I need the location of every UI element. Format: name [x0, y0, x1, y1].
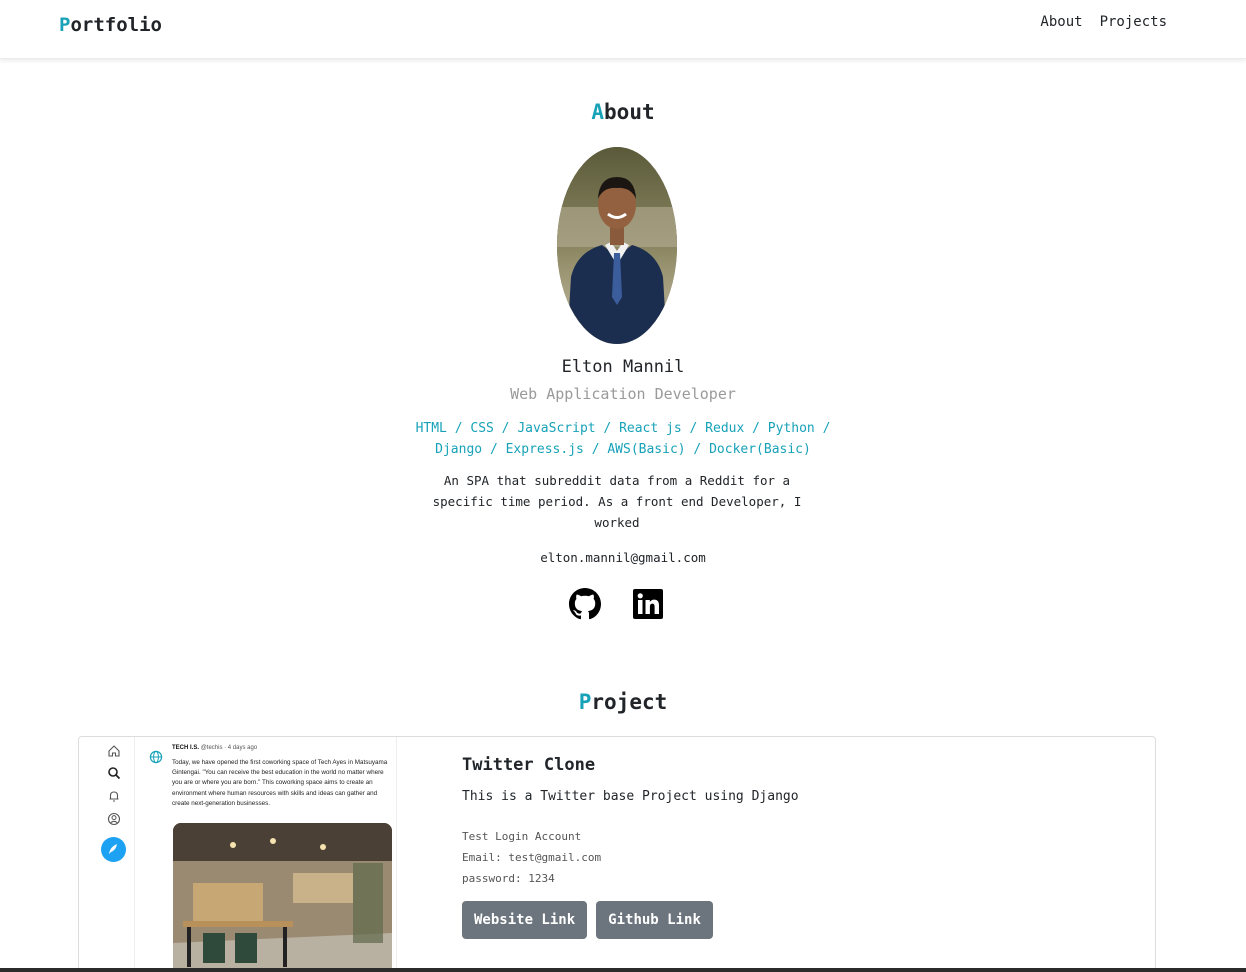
home-icon: [107, 743, 121, 757]
github-icon[interactable]: [569, 588, 601, 620]
nav-links: About Projects: [1040, 14, 1167, 30]
meta-email: Email: test@gmail.com: [462, 851, 602, 864]
profile-name: Elton Mannil: [561, 357, 685, 377]
nav-link-about[interactable]: About: [1040, 14, 1082, 30]
tweet-header: TECH I.S. @techis · 4 days ago: [172, 745, 257, 751]
window-bottom-edge: [0, 968, 1246, 972]
brand-initial: P: [59, 14, 71, 36]
project-heading-initial: P: [578, 690, 592, 714]
profile-role: Web Application Developer: [510, 385, 736, 403]
profile-email: elton.mannil@gmail.com: [540, 550, 706, 565]
profile-description: An SPA that subreddit data from a Reddit…: [432, 473, 802, 530]
project-title: Twitter Clone: [462, 755, 596, 775]
tweet-text: Today, we have opened the first coworkin…: [172, 759, 388, 807]
tweet-author: TECH I.S.: [172, 745, 200, 751]
tweet-image: [173, 823, 392, 972]
brand-logo[interactable]: Portfolio: [59, 14, 162, 36]
about-heading-initial: A: [591, 100, 605, 124]
skills-list: HTML / CSS / JavaScript / React js / Red…: [415, 421, 831, 457]
bell-icon: [107, 788, 121, 802]
tweet-meta: @techis · 4 days ago: [200, 745, 258, 751]
project-subtitle: This is a Twitter base Project using Dja…: [462, 789, 799, 804]
search-icon: [107, 765, 121, 780]
brand-text: ortfolio: [70, 14, 162, 36]
profile-photo: [557, 147, 677, 344]
meta-password: password: 1234: [462, 872, 555, 885]
project-meta: Test Login Account Email: test@gmail.com…: [462, 826, 601, 889]
linkedin-icon[interactable]: [632, 588, 664, 620]
github-link-button[interactable]: Github Link: [596, 901, 713, 939]
website-link-button[interactable]: Website Link: [462, 901, 588, 939]
compose-tweet-icon: [101, 837, 126, 862]
screenshot-sidebar: [79, 737, 135, 972]
project-heading: Project: [0, 690, 1246, 714]
user-icon: [107, 811, 121, 826]
about-heading: About: [0, 100, 1246, 124]
navbar: Portfolio About Projects: [0, 0, 1246, 59]
about-heading-text: bout: [604, 100, 655, 124]
social-links: [569, 588, 664, 620]
project-screenshot: TECH I.S. @techis · 4 days ago Today, we…: [79, 737, 397, 972]
meta-login-label: Test Login Account: [462, 830, 582, 843]
project-card: TECH I.S. @techis · 4 days ago Today, we…: [78, 736, 1156, 972]
project-heading-text: roject: [591, 690, 668, 714]
globe-icon: [149, 749, 163, 764]
nav-link-projects[interactable]: Projects: [1100, 14, 1167, 30]
project-buttons: Website Link Github Link: [462, 901, 713, 939]
